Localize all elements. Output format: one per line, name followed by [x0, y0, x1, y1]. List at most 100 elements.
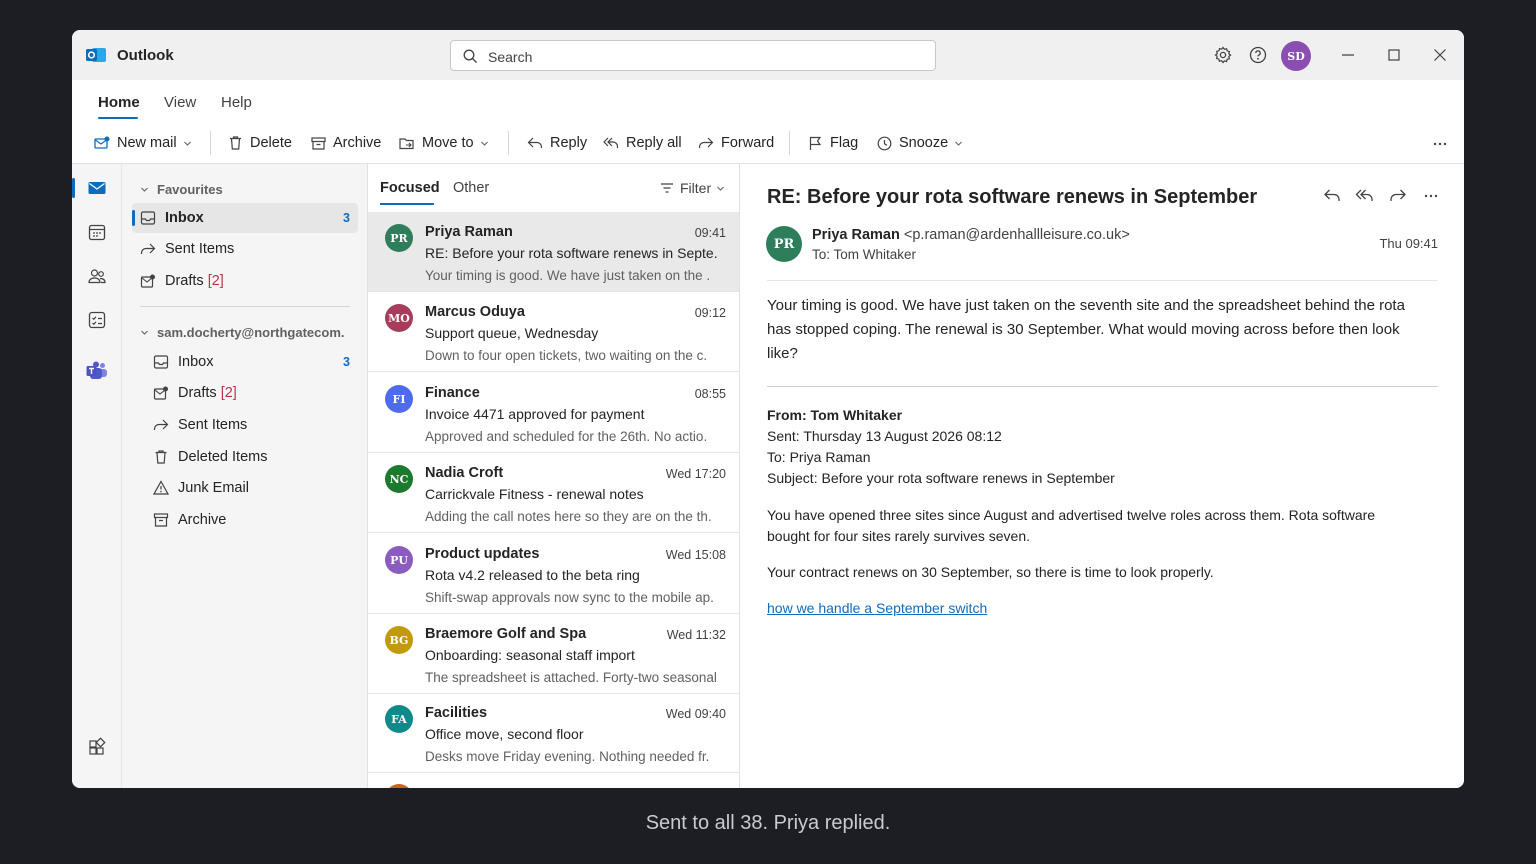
folder-deleted-items[interactable]: Deleted Items — [132, 442, 358, 472]
reply-all-button[interactable]: Reply all — [603, 132, 682, 154]
message-item[interactable]: BG Braemore Golf and Spa Wed 11:32 Onboa… — [368, 614, 739, 694]
reply-all-label: Reply all — [626, 135, 682, 151]
close-icon[interactable] — [1430, 45, 1450, 65]
reply-icon — [527, 137, 543, 148]
folder-drafts[interactable]: Drafts [2] — [132, 378, 358, 408]
quoted-paragraph: Your contract renews on 30 September, so… — [767, 564, 1214, 580]
quoted-link[interactable]: how we handle a September switch — [767, 600, 987, 616]
app-title: Outlook — [117, 47, 174, 64]
settings-gear-icon[interactable] — [1213, 45, 1233, 65]
email-date: Thu 09:41 — [1379, 236, 1438, 251]
help-icon[interactable] — [1248, 45, 1268, 65]
folder-sent-items[interactable]: Sent Items — [132, 410, 358, 440]
draft-count: [2] — [207, 273, 224, 289]
chevron-down-icon — [717, 186, 725, 191]
snooze-button[interactable]: Snooze — [877, 132, 970, 154]
chevron-down-icon — [141, 187, 148, 192]
message-list: Focused Other Filter PR Priya Raman 09:4… — [368, 164, 740, 788]
reply-icon[interactable] — [1322, 186, 1342, 206]
message-item[interactable]: FI Finance 08:55 Invoice 4471 approved f… — [368, 373, 739, 453]
more-apps-icon[interactable] — [87, 781, 107, 788]
forward-label: Forward — [721, 135, 775, 151]
message-item[interactable]: PR Priya Raman 09:41 RE: Before your rot… — [368, 212, 739, 292]
teams-icon[interactable] — [85, 359, 109, 383]
folder-favourites-inbox[interactable]: Inbox 3 — [132, 203, 358, 233]
search-input[interactable]: Search — [450, 40, 936, 71]
tab-help[interactable]: Help — [221, 94, 252, 111]
more-options-icon[interactable] — [1421, 186, 1441, 206]
message-subject: Carrickvale Fitness - renewal notes — [425, 486, 644, 502]
message-time: Wed 09:40 — [665, 707, 726, 721]
message-item[interactable]: PU Product updates Wed 15:08 Rota v4.2 r… — [368, 534, 739, 614]
clock-icon — [877, 136, 892, 150]
reply-all-icon[interactable] — [1355, 186, 1375, 206]
folder-selection-bar — [132, 210, 135, 226]
reply-button[interactable]: Reply — [527, 132, 587, 154]
tab-focused[interactable]: Focused — [380, 180, 440, 196]
calendar-icon[interactable] — [87, 222, 107, 242]
ribbon-divider — [789, 131, 790, 155]
tab-other[interactable]: Other — [453, 180, 489, 196]
tab-view[interactable]: View — [164, 94, 196, 111]
account-header[interactable]: sam.docherty@northgatecom. — [140, 325, 345, 340]
sender-avatar: NC — [385, 465, 413, 493]
quote-divider — [767, 386, 1438, 387]
forward-icon — [698, 137, 714, 148]
move-to-button[interactable]: Move to — [399, 132, 496, 154]
forward-icon[interactable] — [1388, 186, 1408, 206]
message-sender: Product updates — [425, 546, 540, 562]
filter-button[interactable]: Filter — [660, 180, 731, 196]
recipient-line: To: Tom Whitaker — [812, 247, 917, 262]
message-time: Wed 11:32 — [666, 628, 726, 642]
favourites-header[interactable]: Favourites — [140, 182, 223, 197]
people-icon[interactable] — [87, 266, 107, 286]
archive-button[interactable]: Archive — [311, 132, 381, 154]
folder-label: Inbox — [165, 210, 204, 226]
delete-button[interactable]: Delete — [228, 132, 292, 154]
message-time: Wed 17:20 — [665, 467, 726, 481]
unread-count: 3 — [343, 355, 350, 369]
message-sender: Facilities — [425, 705, 488, 721]
folder-name: Drafts — [165, 273, 204, 289]
folder-inbox[interactable]: Inbox 3 — [132, 347, 358, 377]
message-item[interactable]: NC Nadia Croft Wed 17:20 Carrickvale Fit… — [368, 453, 739, 533]
folder-favourites-sent[interactable]: Sent Items — [132, 234, 358, 264]
forward-button[interactable]: Forward — [698, 132, 774, 154]
message-subject: Rota v4.2 released to the beta ring — [425, 567, 640, 583]
filter-icon — [661, 183, 673, 193]
folder-label: Deleted Items — [178, 449, 268, 465]
folder-label: Archive — [178, 512, 227, 528]
folder-divider — [140, 306, 350, 307]
more-options-icon[interactable] — [1432, 136, 1448, 152]
draft-count: [2] — [220, 385, 237, 401]
message-preview: Approved and scheduled for the 26th. No … — [425, 429, 708, 444]
folder-archive[interactable]: Archive — [132, 505, 358, 535]
message-item[interactable]: FA Facilities Wed 09:40 Office move, sec… — [368, 693, 739, 773]
tasks-icon[interactable] — [87, 310, 107, 330]
message-time: 09:12 — [694, 306, 726, 320]
snooze-label: Snooze — [899, 135, 949, 151]
apps-icon[interactable] — [87, 737, 107, 757]
mail-icon[interactable] — [87, 178, 107, 198]
maximize-icon[interactable] — [1384, 45, 1404, 65]
sender-email[interactable]: <p.raman@ardenhallleisure.co.uk> — [904, 227, 1130, 243]
message-time: 09:41 — [694, 226, 726, 240]
email-body: Your timing is good. We have just taken … — [767, 297, 1405, 362]
move-folder-icon — [399, 137, 414, 149]
inbox-icon — [140, 211, 156, 225]
tab-home[interactable]: Home — [98, 94, 140, 111]
flag-button[interactable]: Flag — [808, 132, 858, 154]
reply-label: Reply — [550, 135, 588, 151]
message-subject: Support queue, Wednesday — [425, 325, 599, 341]
new-mail-button[interactable]: New mail — [94, 132, 199, 154]
user-avatar[interactable]: SD — [1281, 41, 1311, 71]
sender-name[interactable]: Priya Raman — [812, 227, 900, 243]
folder-junk-email[interactable]: Junk Email — [132, 473, 358, 503]
minimize-icon[interactable] — [1338, 45, 1358, 65]
message-item[interactable]: MO Marcus Oduya 09:12 Support queue, Wed… — [368, 292, 739, 372]
flag-label: Flag — [830, 135, 859, 151]
folder-favourites-drafts[interactable]: Drafts [2] — [132, 266, 358, 296]
sender-avatar: FI — [385, 385, 413, 413]
filter-label: Filter — [680, 180, 712, 196]
tab-focused-underline — [380, 203, 434, 205]
